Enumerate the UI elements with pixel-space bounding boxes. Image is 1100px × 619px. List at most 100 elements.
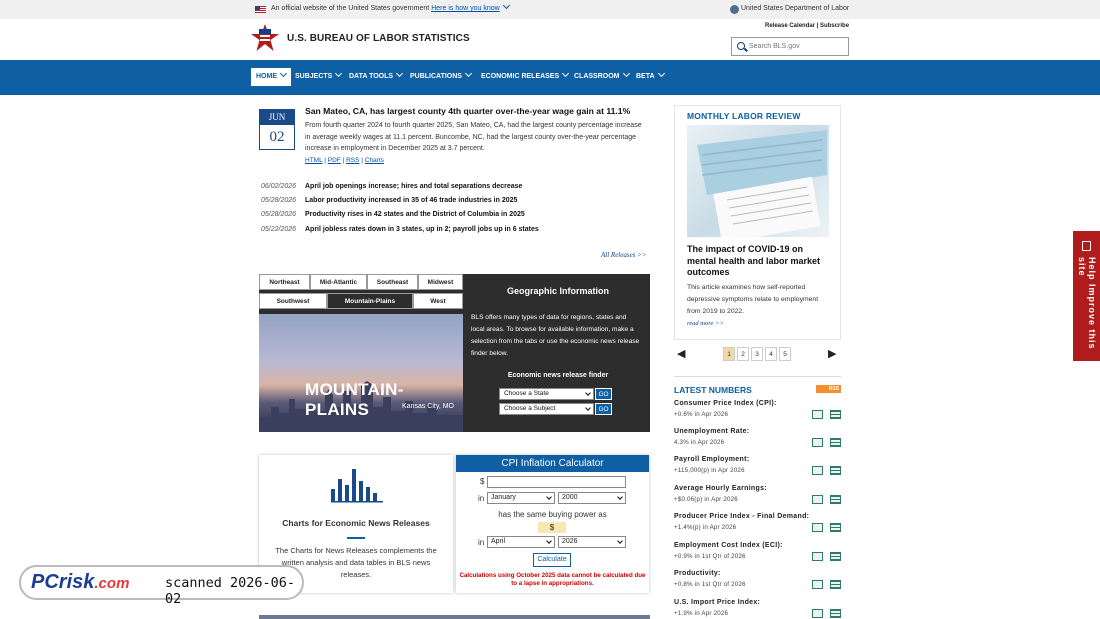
pdf-link[interactable]: PDF — [328, 157, 341, 164]
calculate-button[interactable]: Calculate — [533, 553, 571, 567]
latest-name[interactable]: U.S. Import Price Index: — [674, 599, 760, 606]
subject-select[interactable]: Choose a Subject — [499, 403, 594, 415]
table-icon[interactable] — [830, 609, 841, 618]
promo-strip[interactable] — [259, 615, 650, 619]
release-title[interactable]: Labor productivity increased in 35 of 46… — [305, 197, 605, 204]
latest-name[interactable]: Employment Cost Index (ECI): — [674, 542, 783, 549]
table-icon[interactable] — [830, 580, 841, 589]
search-input[interactable] — [749, 40, 845, 53]
tab-southeast[interactable]: Southeast — [367, 274, 418, 290]
chart-icon[interactable] — [812, 580, 823, 589]
in-label: in — [478, 538, 485, 547]
release-date: 05/22/2026 — [261, 226, 297, 233]
chart-icon[interactable] — [812, 466, 823, 475]
table-icon[interactable] — [830, 495, 841, 504]
latest-name[interactable]: Payroll Employment: — [674, 456, 749, 463]
latest-name[interactable]: Consumer Price Index (CPI): — [674, 400, 777, 407]
release-title[interactable]: Productivity rises in 42 states and the … — [305, 211, 605, 218]
subject-go-button[interactable]: GO — [595, 403, 612, 415]
book-icon — [1082, 241, 1091, 251]
region-name: MOUNTAIN-PLAINS — [305, 380, 404, 419]
tab-southwest[interactable]: Southwest — [259, 293, 327, 309]
tab-west[interactable]: West — [413, 293, 463, 309]
year2-select[interactable]: 2026 — [558, 536, 626, 548]
buying-power-label: has the same buying power as — [498, 510, 607, 519]
mlr-headline[interactable]: The impact of COVID-19 on mental health … — [687, 244, 832, 279]
latest-name[interactable]: Average Hourly Earnings: — [674, 485, 767, 492]
gov-banner: An official website of the United States… — [0, 0, 1100, 19]
next-arrow-icon[interactable]: ▶ — [828, 347, 836, 360]
search-icon[interactable] — [737, 42, 745, 50]
state-go-button[interactable]: GO — [595, 388, 612, 400]
state-select[interactable]: Choose a State — [499, 388, 594, 400]
in-label: in — [478, 494, 485, 503]
html-link[interactable]: HTML — [305, 157, 322, 164]
latest-name[interactable]: Unemployment Rate: — [674, 428, 749, 435]
chart-icon[interactable] — [812, 609, 823, 618]
charts-card-title[interactable]: Charts for Economic News Releases — [259, 518, 453, 528]
latest-name[interactable]: Productivity: — [674, 570, 721, 577]
nav-home[interactable]: HOME — [251, 68, 291, 86]
table-icon[interactable] — [830, 410, 841, 419]
cpi-calculator: CPI Inflation Calculator $ in January 20… — [456, 455, 649, 593]
nav-subjects[interactable]: SUBJECTS — [290, 68, 346, 86]
site-title[interactable]: U.S. BUREAU OF LABOR STATISTICS — [287, 33, 470, 44]
bls-star-logo-icon[interactable] — [251, 23, 279, 53]
table-icon[interactable] — [830, 466, 841, 475]
page-1[interactable]: 1 — [723, 347, 735, 361]
table-icon[interactable] — [830, 523, 841, 532]
latest-name[interactable]: Producer Price Index - Final Demand: — [674, 513, 809, 520]
page-3[interactable]: 3 — [751, 347, 763, 361]
chart-icon[interactable] — [812, 410, 823, 419]
page-2[interactable]: 2 — [737, 347, 749, 361]
latest-item: Unemployment Rate: 4.3% in Apr 2026 — [674, 428, 841, 457]
chart-icon[interactable] — [812, 495, 823, 504]
mlr-title[interactable]: MONTHLY LABOR REVIEW — [687, 111, 801, 121]
release-title[interactable]: April job openings increase; hires and t… — [305, 183, 605, 190]
table-icon[interactable] — [830, 438, 841, 447]
year1-select[interactable]: 2000 — [558, 492, 626, 504]
dol-seal-icon — [730, 5, 739, 14]
mlr-article-image[interactable] — [687, 125, 829, 244]
help-improve-tab[interactable]: Help Improve this site — [1073, 231, 1100, 361]
page-5[interactable]: 5 — [779, 347, 791, 361]
scan-date: scanned 2026-06-02 — [165, 575, 296, 607]
chart-icon[interactable] — [812, 438, 823, 447]
dol-link[interactable]: United States Department of Labor — [741, 5, 849, 12]
release-title[interactable]: April jobless rates down in 3 states, up… — [305, 226, 605, 233]
amount-input[interactable] — [487, 476, 626, 488]
cpi-title: CPI Inflation Calculator — [456, 455, 649, 472]
rss-link[interactable]: RSS — [346, 157, 359, 164]
page-4[interactable]: 4 — [765, 347, 777, 361]
tab-midwest[interactable]: Midwest — [418, 274, 463, 290]
help-improve-label: Help Improve this site — [1077, 257, 1097, 350]
all-releases-link[interactable]: All Releases >> — [601, 251, 647, 259]
chart-icon[interactable] — [812, 552, 823, 561]
how-you-know-link[interactable]: Here is how you know — [431, 5, 499, 12]
table-icon[interactable] — [830, 552, 841, 561]
nav-beta[interactable]: BETA — [631, 68, 669, 86]
gov-banner-text: An official website of the United States… — [271, 1, 510, 12]
feature-headline[interactable]: San Mateo, CA, has largest county 4th qu… — [305, 106, 630, 116]
charts-link[interactable]: Charts — [365, 157, 384, 164]
latest-item: Productivity: +0.8% in 1st Qtr of 2026 — [674, 570, 841, 599]
tab-mid-atlantic[interactable]: Mid-Atlantic — [310, 274, 367, 290]
prev-arrow-icon[interactable]: ◀ — [677, 347, 685, 360]
read-more-link[interactable]: read more >> — [687, 320, 724, 327]
tab-mountain-plains[interactable]: Mountain-Plains — [327, 293, 413, 309]
bar-chart-icon — [331, 469, 383, 503]
month1-select[interactable]: January — [487, 492, 555, 504]
search-box[interactable] — [731, 37, 849, 56]
utility-links[interactable]: Release Calendar | Subscribe — [765, 23, 849, 29]
nav-data-tools[interactable]: DATA TOOLS — [344, 68, 407, 86]
geographic-info-panel: Northeast Mid-Atlantic Southeast Midwest… — [259, 274, 650, 432]
region-tabs: Northeast Mid-Atlantic Southeast Midwest… — [259, 274, 463, 314]
rss-icon[interactable]: RSS — [816, 385, 841, 393]
nav-classroom[interactable]: CLASSROOM — [569, 68, 634, 86]
nav-economic-releases[interactable]: ECONOMIC RELEASES — [476, 68, 573, 86]
month2-select[interactable]: April — [487, 536, 555, 548]
chart-icon[interactable] — [812, 523, 823, 532]
nav-publications[interactable]: PUBLICATIONS — [405, 68, 476, 86]
tab-northeast[interactable]: Northeast — [259, 274, 310, 290]
pcrisk-logo: PCrisk.com — [31, 571, 130, 593]
